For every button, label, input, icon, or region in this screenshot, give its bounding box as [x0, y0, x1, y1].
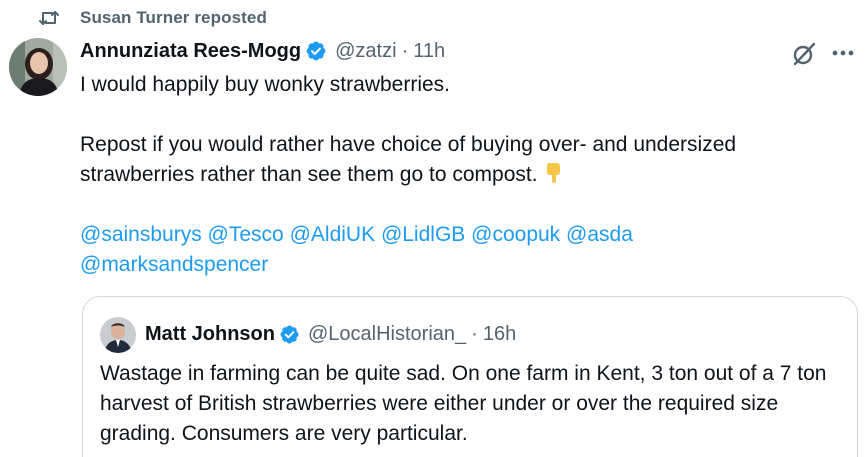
author-name[interactable]: Annunziata Rees-Mogg — [80, 40, 301, 63]
repost-indicator[interactable]: Susan Turner reposted — [38, 6, 267, 30]
post-line-2-text: Repost if you would rather have choice o… — [80, 133, 737, 186]
quote-author-handle[interactable]: @LocalHistorian_ — [308, 323, 466, 346]
author-handle[interactable]: @zatzi — [335, 40, 396, 63]
more-icon[interactable] — [828, 40, 858, 66]
mention-sainsburys[interactable]: @sainsburys — [80, 223, 202, 246]
mention-lidlgb[interactable]: @LidlGB — [381, 223, 465, 246]
backhand-index-pointing-down-icon — [546, 163, 560, 183]
separator-dot: · — [471, 322, 478, 345]
quote-author-avatar[interactable] — [100, 317, 136, 353]
mentions: @sainsburys @Tesco @AldiUK @LidlGB @coop… — [80, 220, 850, 280]
post-header: Annunziata Rees-Mogg @zatzi · 11h — [80, 36, 445, 66]
verified-badge-icon — [280, 325, 299, 343]
repost-label: Susan Turner reposted — [80, 8, 267, 27]
repost-icon — [38, 7, 62, 29]
post-line-2: Repost if you would rather have choice o… — [80, 130, 850, 190]
author-avatar[interactable] — [9, 38, 67, 96]
mention-marksandspencer[interactable]: @marksandspencer — [80, 253, 268, 276]
quote-text: Wastage in farming can be quite sad. On … — [100, 362, 827, 445]
grok-icon[interactable] — [790, 40, 818, 68]
verified-badge-icon — [306, 41, 326, 61]
quote-time[interactable]: 16h — [483, 323, 516, 346]
quote-author-name[interactable]: Matt Johnson — [145, 323, 275, 346]
quoted-post[interactable]: Matt Johnson @LocalHistorian_ · 16h Wast… — [82, 296, 858, 457]
mention-aldiuk[interactable]: @AldiUK — [290, 223, 376, 246]
quote-header: Matt Johnson @LocalHistorian_ · 16h — [145, 319, 516, 349]
post-body: I would happily buy wonky strawberries. … — [80, 70, 850, 280]
mention-coopuk[interactable]: @coopuk — [471, 223, 560, 246]
separator-dot: · — [401, 39, 409, 62]
mention-tesco[interactable]: @Tesco — [208, 223, 284, 246]
post-time[interactable]: 11h — [413, 40, 445, 63]
post-line-1: I would happily buy wonky strawberries. — [80, 73, 451, 96]
mention-asda[interactable]: @asda — [566, 223, 633, 246]
